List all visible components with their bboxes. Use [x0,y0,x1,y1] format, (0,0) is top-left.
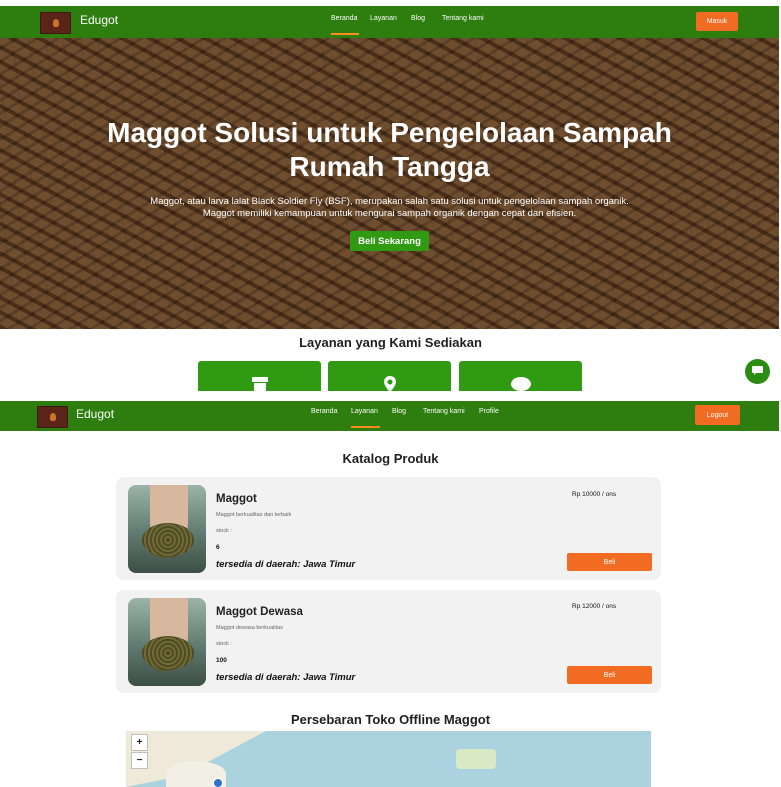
nav-link-layanan[interactable]: Layanan [370,15,397,22]
product-name: Maggot [216,493,257,505]
location-pin-icon [383,376,397,391]
service-card-chat[interactable] [459,361,582,391]
nav-link-tentang-kami[interactable]: Tentang kami [423,408,465,415]
services-title: Layanan yang Kami Sediakan [299,335,482,350]
nav-link-blog[interactable]: Blog [411,15,425,22]
product-stock-label: stock : [216,641,232,647]
logo[interactable] [40,12,71,34]
map-land [456,749,496,769]
hero-description: Maggot, atau larva lalat Black Soldier F… [150,196,629,219]
brand-name[interactable]: Edugot [76,407,114,421]
product-price: Rp 12000 / ons [572,603,617,610]
store-map[interactable]: + − [126,731,651,787]
map-section-title: Persebaran Toko Offline Maggot [290,712,491,727]
nav-link-beranda[interactable]: Beranda [331,15,357,22]
active-nav-indicator [331,33,359,35]
chat-bubble-icon [510,376,532,391]
navbar: Edugot Beranda Layanan Blog Tentang kami… [0,6,779,38]
logout-button[interactable]: Logout [695,405,740,425]
product-stock-label: stock : [216,528,232,534]
nav-link-beranda[interactable]: Beranda [311,408,337,415]
service-card-location[interactable] [328,361,451,391]
product-description: Maggot dewasa berkualitas [216,625,283,631]
zoom-in-button[interactable]: + [131,734,148,751]
buy-button[interactable]: Beli [567,666,652,684]
nav-link-blog[interactable]: Blog [392,408,406,415]
chat-button[interactable] [745,359,770,384]
product-stock-value: 100 [216,657,227,664]
buy-button[interactable]: Beli [567,553,652,571]
hero-section: Maggot Solusi untuk Pengelolaan Sampah R… [0,38,779,329]
buy-now-button[interactable]: Beli Sekarang [350,231,429,251]
product-image [128,485,206,573]
product-image [128,598,206,686]
catalog-title: Katalog Produk [342,451,439,466]
product-description: Maggot berkualitas dan terbaik [216,512,292,518]
store-icon [251,376,269,391]
product-area: tersedia di daerah: Jawa Timur [216,559,356,570]
zoom-out-button[interactable]: − [131,752,148,769]
navbar-logged-in: Edugot Beranda Layanan Blog Tentang kami… [0,401,779,431]
chat-icon [752,365,763,378]
nav-link-profile[interactable]: Profile [479,408,499,415]
hero-title: Maggot Solusi untuk Pengelolaan Sampah R… [107,117,672,182]
active-nav-indicator [351,426,380,428]
product-area: tersedia di daerah: Jawa Timur [216,672,356,683]
logo[interactable] [37,406,68,428]
product-card: Maggot Maggot berkualitas dan terbaik st… [116,477,661,580]
product-name: Maggot Dewasa [216,606,303,618]
login-button[interactable]: Masuk [696,12,738,31]
service-card-store[interactable] [198,361,321,391]
product-price: Rp 10000 / ons [572,491,617,498]
product-card: Maggot Dewasa Maggot dewasa berkualitas … [116,590,661,693]
nav-link-tentang-kami[interactable]: Tentang kami [442,15,484,22]
nav-link-layanan[interactable]: Layanan [351,408,378,415]
product-stock-value: 6 [216,544,220,551]
store-marker-icon[interactable] [213,778,223,787]
brand-name[interactable]: Edugot [80,13,118,27]
